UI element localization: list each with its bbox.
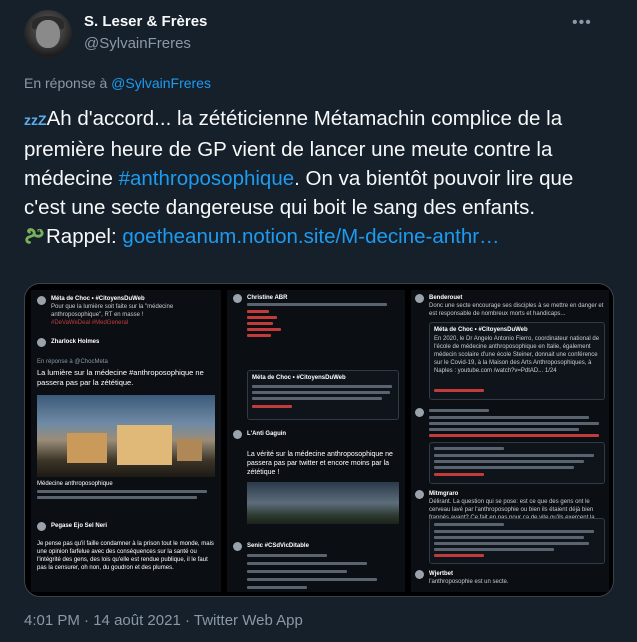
panel1-avatar-3: [37, 522, 46, 531]
tweet-time[interactable]: 4:01 PM: [24, 612, 80, 629]
panel1-author-3: Pegase Ejo Sel Neri: [51, 523, 108, 529]
screenshot-panel-3: Benderouet Donc une secte encourage ses …: [411, 290, 609, 592]
panel2-quote-card: Méta de Choc • #CitoyensDuWeb: [247, 370, 399, 420]
avatar[interactable]: [24, 10, 72, 58]
tweet-date[interactable]: 14 août 2021: [93, 612, 181, 629]
panel3-avatar-b: [415, 408, 424, 417]
panel3-avatar: [415, 294, 424, 303]
sleeping-emoji: zzZ: [24, 112, 47, 128]
panel2-author-3: Senic #CSdVicDitable: [247, 543, 309, 549]
avatar-face: [36, 20, 60, 48]
panel3-author-3: Wjertbet: [429, 571, 453, 577]
panel1-text: Pour que la lumière soit faite sur la "m…: [51, 304, 174, 318]
panel1-reply: En réponse à @ChocMeta: [37, 359, 108, 365]
panel2-author: Christine ABR: [247, 295, 288, 301]
panel1-big-text: La lumière sur la médecine #anthroposoph…: [37, 368, 204, 387]
author-handle[interactable]: @SylvainFreres: [84, 35, 191, 52]
panel2-author-2: L'Anti Gaguin: [247, 431, 287, 437]
panel2-avatar-3: [233, 542, 242, 551]
panel2-avatar-2: [233, 430, 242, 439]
more-options-icon[interactable]: •••: [572, 14, 592, 32]
snake-emoji-icon: [25, 228, 44, 244]
reply-context: En réponse à @SylvainFreres: [24, 75, 211, 91]
screenshot-panel-2: Christine ABR Méta de Choc • #CitoyensDu…: [227, 290, 405, 592]
panel3-avatar-2: [415, 490, 424, 499]
panel1-caption: Médecine anthroposophique: [37, 481, 113, 487]
screenshot-panel-1: Méta de Choc • #CitoyensDuWeb Pour que l…: [31, 290, 221, 592]
panel3-text-3: l'anthroposophie est un secte.: [429, 579, 509, 585]
reply-prefix: En réponse à: [24, 75, 112, 91]
panel1-author: Méta de Choc • #CitoyensDuWeb: [51, 296, 145, 302]
tweet-timestamp[interactable]: 4:01 PM · 14 août 2021 · Twitter Web App: [24, 612, 303, 629]
panel1-avatar-2: [37, 338, 46, 347]
hashtag-link[interactable]: #anthroposophique: [119, 167, 295, 190]
media-image[interactable]: Méta de Choc • #CitoyensDuWeb Pour que l…: [24, 283, 614, 597]
tweet-text: zzZAh d'accord... la zététicienne Métama…: [24, 104, 614, 251]
separator: ·: [79, 612, 94, 629]
panel3-author-2: Mitmgraro: [429, 491, 459, 497]
panel3-quote-card-3: [429, 518, 605, 564]
author-display-name[interactable]: S. Leser & Frères: [84, 13, 207, 30]
tweet-source[interactable]: Twitter Web App: [194, 612, 303, 629]
panel1-photo: [37, 395, 215, 477]
panel2-photo: [247, 482, 399, 524]
panel3-quote-card: Méta de Choc • #CitoyensDuWeb En 2020, l…: [429, 322, 605, 400]
panel2-avatar: [233, 294, 242, 303]
panel1-quote: Je pense pas qu'il faille condamner à la…: [37, 541, 214, 571]
panel3-avatar-3: [415, 570, 424, 579]
external-link[interactable]: goetheanum.notion.site/M-decine-anthr…: [122, 225, 499, 248]
separator: ·: [180, 612, 194, 629]
panel1-author-2: Zharlock Holmes: [51, 339, 100, 345]
panel1-tags: #DeVaWeDeal #MedGeneral: [51, 320, 129, 326]
panel3-author: Benderouet: [429, 295, 463, 301]
panel1-avatar: [37, 296, 46, 305]
panel2-big-text: La vérité sur la médecine anthroposophiq…: [247, 451, 393, 476]
reply-to-link[interactable]: @SylvainFreres: [111, 75, 211, 91]
panel3-text: Donc une secte encourage ses disciples à…: [429, 303, 604, 317]
panel3-quote-card-2: [429, 442, 605, 484]
rappel-label: Rappel:: [46, 225, 123, 248]
